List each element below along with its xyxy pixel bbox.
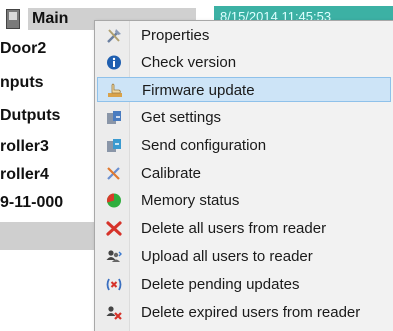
tree-scroll-band [0, 222, 100, 250]
calibrate-icon [105, 165, 123, 182]
menu-item-delete-pending-updates[interactable]: Delete pending updates [97, 272, 391, 297]
info-icon [105, 54, 123, 71]
menu-item-firmware-update[interactable]: Firmware update [97, 77, 391, 102]
tree-item-outputs[interactable]: Dutputs [0, 107, 60, 125]
menu-item-check-version[interactable]: Check version [97, 50, 391, 75]
tree-item-door2[interactable]: Door2 [0, 40, 46, 58]
device-icon [6, 9, 20, 29]
menu-item-send-configuration[interactable]: Send configuration [97, 133, 391, 158]
menu-item-label: Delete all users from reader [141, 220, 327, 237]
pie-chart-icon [105, 192, 123, 209]
tree-item-inputs[interactable]: nputs [0, 74, 44, 92]
delete-pending-icon [105, 276, 123, 293]
delete-expired-users-icon [105, 304, 123, 321]
menu-item-label: Delete pending updates [141, 276, 300, 293]
hand-pointer-icon [106, 82, 124, 99]
tree-item-controller3[interactable]: roller3 [0, 138, 49, 156]
menu-item-label: Upload all users to reader [141, 248, 313, 265]
menu-item-label: Memory status [141, 192, 240, 209]
context-menu: Properties Check version Firmware update… [94, 20, 393, 331]
menu-item-delete-all-users[interactable]: Delete all users from reader [97, 216, 391, 241]
menu-item-label: Properties [141, 27, 210, 44]
menu-item-label: Delete expired users from reader [141, 304, 361, 321]
menu-item-get-settings[interactable]: Get settings [97, 105, 391, 130]
red-x-icon [105, 220, 123, 237]
menu-item-label: Get settings [141, 109, 222, 126]
tree-item-controller4[interactable]: roller4 [0, 166, 49, 184]
tools-icon [105, 27, 123, 44]
menu-item-label: Check version [141, 54, 237, 71]
menu-item-memory-status[interactable]: Memory status [97, 188, 391, 213]
send-configuration-icon [105, 137, 123, 154]
menu-item-delete-expired-users[interactable]: Delete expired users from reader [97, 300, 391, 325]
menu-item-upload-all-users[interactable]: Upload all users to reader [97, 244, 391, 269]
users-upload-icon [105, 248, 123, 265]
menu-item-calibrate[interactable]: Calibrate [97, 161, 391, 186]
menu-item-label: Firmware update [142, 82, 255, 99]
menu-item-label: Send configuration [141, 137, 267, 154]
tree-item-serial[interactable]: 9-11-000 [0, 194, 63, 212]
menu-item-properties[interactable]: Properties [97, 23, 391, 48]
menu-item-label: Calibrate [141, 165, 202, 182]
get-settings-icon [105, 109, 123, 126]
